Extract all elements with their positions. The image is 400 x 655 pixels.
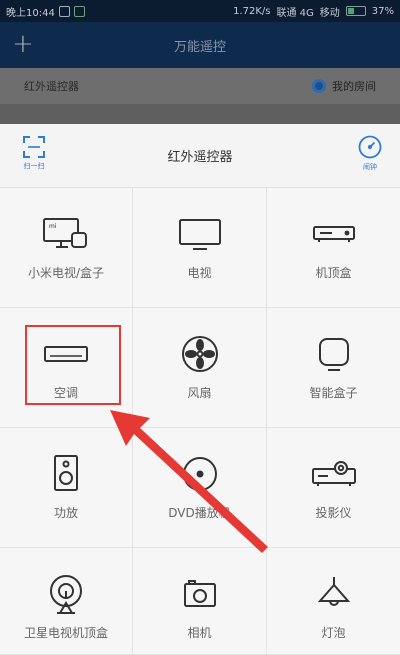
fan-icon (181, 336, 218, 372)
device-lamp[interactable]: 灯泡 (267, 548, 400, 655)
battery-icon (345, 6, 366, 16)
network-speed: 1.72K/s (233, 5, 271, 17)
scan-icon (23, 136, 45, 158)
device-projector[interactable]: 投影仪 (267, 428, 400, 548)
dvd-icon (182, 457, 217, 491)
device-mi-tv-box[interactable]: mi 小米电视/盒子 (0, 188, 133, 308)
scan-label: 扫一扫 (23, 162, 45, 170)
lamp-icon (317, 577, 350, 606)
device-label: 风扇 (187, 386, 212, 400)
speaker-icon (54, 455, 78, 491)
device-amplifier[interactable]: 功放 (0, 428, 133, 548)
smart-box-icon (318, 338, 349, 371)
timer-button[interactable]: 闹钟 (352, 135, 388, 172)
status-bar: 晚上10:44 1.72K/s 联通 4G 移动 37% (0, 0, 400, 22)
device-label: 投影仪 (315, 506, 352, 520)
device-label: DVD播放机 (168, 506, 231, 520)
projector-icon (311, 461, 356, 486)
device-satellite-box[interactable]: 卫星电视机顶盒 (0, 548, 133, 655)
device-set-top-box[interactable]: 机顶盒 (267, 188, 400, 308)
background-sub-title: 红外遥控器 (24, 80, 79, 93)
device-label: 相机 (187, 626, 212, 640)
timer-label: 闹钟 (363, 163, 377, 171)
device-camera[interactable]: 相机 (133, 548, 267, 655)
device-air-conditioner[interactable]: 空调 (0, 308, 133, 428)
sheet-header: 扫一扫 红外遥控器 闹钟 (0, 124, 400, 188)
device-label: 电视 (187, 266, 212, 280)
camera-icon (183, 580, 216, 607)
room-label: 我的房间 (332, 80, 376, 93)
sheet-title: 红外遥控器 (167, 150, 233, 165)
device-label: 机顶盒 (315, 266, 352, 280)
shield-notification-icon (73, 5, 85, 17)
svg-text:mi: mi (49, 223, 57, 230)
app-title: 万能遥控 (173, 39, 226, 55)
device-dvd-player[interactable]: DVD播放机 (133, 428, 267, 548)
air-conditioner-icon (44, 346, 88, 362)
device-smart-box[interactable]: 智能盒子 (267, 308, 400, 428)
room-icon (312, 79, 326, 93)
set-top-box-icon (312, 226, 355, 242)
device-tv[interactable]: 电视 (133, 188, 267, 308)
device-fan[interactable]: 风扇 (133, 308, 267, 428)
device-label: 功放 (53, 506, 78, 520)
scan-button[interactable]: 扫一扫 (14, 136, 54, 171)
mi-tv-box-icon: mi (43, 218, 87, 248)
device-label: 灯泡 (321, 626, 346, 640)
add-icon[interactable]: + (12, 30, 34, 58)
status-time: 晚上10:44 (6, 7, 55, 19)
device-picker-sheet: 扫一扫 红外遥控器 闹钟 mi 小米电视/盒子 电视 机顶盒 空调 风扇 智能盒… (0, 124, 400, 655)
room-selector[interactable]: 我的房间 (312, 78, 376, 94)
background-sub-bar: 红外遥控器 我的房间 (0, 68, 400, 104)
device-label: 智能盒子 (309, 386, 358, 400)
satellite-icon (50, 575, 82, 614)
notification-icon (58, 5, 70, 17)
device-grid: mi 小米电视/盒子 电视 机顶盒 空调 风扇 智能盒子 功放 DVD播放机 投… (0, 188, 400, 655)
device-label: 卫星电视机顶盒 (23, 626, 108, 640)
dim-overlay[interactable] (0, 104, 400, 124)
signal-carrier-1: 联通 4G (276, 7, 314, 19)
battery-level: 37% (371, 5, 394, 17)
app-header: + 万能遥控 (0, 22, 400, 68)
tv-icon (178, 219, 221, 250)
device-label: 空调 (53, 386, 78, 400)
signal-carrier-2: 移动 (319, 7, 340, 19)
timer-icon (358, 135, 382, 159)
device-label: 小米电视/盒子 (27, 266, 105, 280)
